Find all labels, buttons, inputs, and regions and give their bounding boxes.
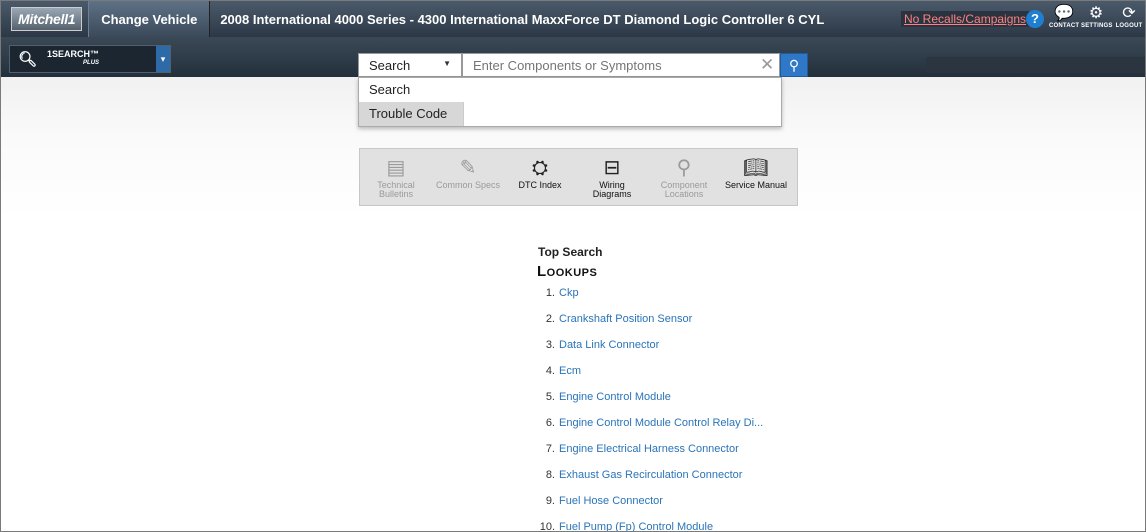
top-search-heading: Top Search [538, 245, 603, 259]
gear-icon: ⚙ [1088, 5, 1104, 22]
help-icon[interactable]: ? [1026, 10, 1044, 28]
tool-label: Diagrams [592, 189, 632, 199]
lookup-link[interactable]: Engine Control Module Control Relay Di..… [559, 417, 763, 429]
search-button[interactable]: ⚲ [780, 53, 808, 77]
list-item-number: 2. [545, 313, 555, 325]
toolbar-strip [926, 57, 1145, 73]
tool-dtc-index[interactable]: ⛭ DTC Index [504, 149, 576, 205]
lookup-list: 1. Ckp 2. Crankshaft Position Sensor 3. Data … [521, 284, 764, 532]
lookup-link[interactable]: Crankshaft Position Sensor [559, 313, 692, 325]
lookup-link[interactable]: Fuel Pump (Fp) Control Module [559, 521, 713, 531]
tool-common-specs[interactable]: ✎ Common Specs [432, 149, 504, 205]
product-name-text: 1SEARCH™ [47, 49, 100, 59]
chat-bubble-icon: 💬 [1054, 5, 1074, 22]
tsb-icon: ▤ [386, 157, 406, 179]
list-item-number: 10. [539, 521, 555, 532]
mitchell1-logo[interactable]: Mitchell1 [11, 7, 83, 31]
search-type-value: Search [369, 57, 411, 73]
list-item-number: 9. [545, 495, 555, 507]
list-item-number: 3. [545, 339, 555, 351]
search-type-dropdown: Search Trouble Code [358, 77, 782, 127]
list-item-number: 6. [545, 417, 555, 429]
list-item: 6. Engine Control Module Control Relay Di… [521, 414, 763, 440]
tool-component-locations[interactable]: ⚲ Component Locations [648, 149, 720, 205]
tool-wiring-diagrams[interactable]: ⊟ Wiring Diagrams [576, 149, 648, 205]
tool-label: Service Manual [724, 180, 788, 190]
vehicle-title: 2008 International 4000 Series - 4300 In… [220, 11, 825, 27]
engine-icon: ⛭ [532, 157, 548, 179]
settings-button[interactable]: ⚙ SETTINGS [1081, 5, 1113, 29]
tools-bar: ▤ Technical Bulletins ✎ Common Specs ⛭ D… [359, 148, 798, 206]
list-item: 5. Engine Control Module [521, 388, 763, 414]
list-item-number: 8. [545, 469, 555, 481]
chevron-down-icon[interactable]: ▾ [156, 46, 170, 72]
list-item: 10. Fuel Pump (Fp) Control Module [521, 518, 763, 532]
list-item: 3. Data Link Connector [521, 336, 763, 362]
dropdown-option-search[interactable]: Search [359, 78, 463, 102]
list-item: 8. Exhaust Gas Recirculation Connector [521, 466, 763, 492]
lookup-link[interactable]: Fuel Hose Connector [559, 495, 663, 507]
list-item: 2. Crankshaft Position Sensor [521, 310, 763, 336]
lookup-link[interactable]: Exhaust Gas Recirculation Connector [559, 469, 742, 481]
lookups-title: Lookups [537, 263, 598, 280]
specs-icon: ✎ [459, 157, 477, 179]
tool-label: Common Specs [435, 180, 501, 190]
tool-label: Bulletins [378, 189, 414, 199]
logout-label: LOGOUT [1115, 23, 1143, 29]
search-type-select[interactable]: Search ▼ [358, 53, 462, 77]
product-name: 1SEARCH™ PLUS [47, 50, 99, 68]
lookup-link[interactable]: Engine Control Module [559, 391, 671, 403]
list-item-number: 7. [545, 443, 555, 455]
search-input[interactable] [462, 53, 780, 77]
list-item: 4. Ecm [521, 362, 763, 388]
list-item-number: 5. [545, 391, 555, 403]
location-icon: ⚲ [676, 157, 692, 179]
list-item: 1. Ckp [521, 284, 763, 310]
list-item-number: 1. [545, 287, 555, 299]
clear-icon[interactable]: ✕ [760, 55, 774, 75]
search-icon: 🔍︎ [18, 51, 38, 68]
settings-label: SETTINGS [1081, 23, 1113, 29]
recalls-link[interactable]: No Recalls/Campaigns [901, 11, 1030, 27]
logout-button[interactable]: ⟳ LOGOUT [1114, 5, 1144, 29]
dropdown-divider [463, 102, 464, 126]
search-icon: ⚲ [788, 57, 800, 73]
tool-technical-bulletins[interactable]: ▤ Technical Bulletins [360, 149, 432, 205]
change-vehicle-button[interactable]: Change Vehicle [88, 1, 211, 37]
contact-button[interactable]: 💬 CONTACT [1049, 5, 1079, 29]
caret-down-icon: ▼ [443, 59, 451, 68]
lookup-link[interactable]: Data Link Connector [559, 339, 659, 351]
tool-label: Locations [664, 189, 704, 199]
list-item: 9. Fuel Hose Connector [521, 492, 763, 518]
lookup-link[interactable]: Engine Electrical Harness Connector [559, 443, 739, 455]
dropdown-option-trouble-code[interactable]: Trouble Code [359, 102, 463, 126]
lookup-link[interactable]: Ckp [559, 287, 579, 299]
contact-label: CONTACT [1049, 23, 1080, 29]
app-window: Mitchell1 Change Vehicle 2008 Internatio… [0, 0, 1146, 532]
list-item-number: 4. [545, 365, 555, 377]
lookup-link[interactable]: Ecm [559, 365, 581, 377]
product-switcher[interactable]: 🔍︎ 1SEARCH™ PLUS ▾ [9, 45, 171, 73]
tool-label: DTC Index [518, 180, 562, 190]
tool-service-manual[interactable]: 📖︎ Service Manual [720, 149, 792, 205]
list-item: 7. Engine Electrical Harness Connector [521, 440, 763, 466]
logout-icon: ⟳ [1122, 5, 1136, 22]
product-sub-text: PLUS [83, 60, 100, 66]
wiring-icon: ⊟ [603, 157, 621, 179]
book-icon: 📖︎ [743, 157, 769, 179]
